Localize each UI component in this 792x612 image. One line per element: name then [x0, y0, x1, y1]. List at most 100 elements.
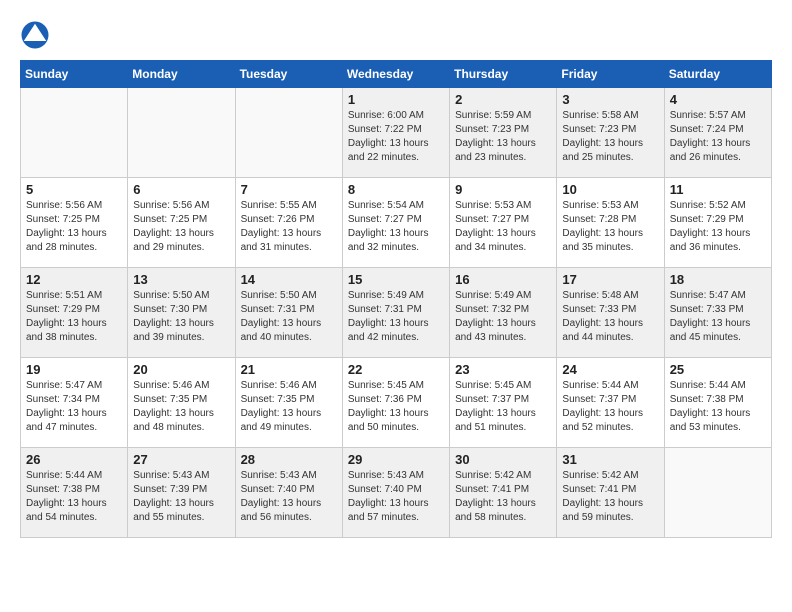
day-number: 2 — [455, 92, 551, 107]
day-info: Sunrise: 5:46 AM Sunset: 7:35 PM Dayligh… — [241, 379, 337, 435]
day-number: 21 — [241, 362, 337, 377]
day-number: 4 — [670, 92, 766, 107]
calendar-cell: 7Sunrise: 5:55 AM Sunset: 7:26 PM Daylig… — [235, 178, 342, 268]
calendar-cell: 3 Sunrise: 5:58 AM Sunset: 7:23 PM Daylig… — [557, 88, 664, 178]
day-info: Sunrise: 5:43 AM Sunset: 7:39 PM Dayligh… — [133, 469, 229, 525]
day-info: Sunrise: 5:52 AM Sunset: 7:29 PM Dayligh… — [670, 199, 766, 255]
day-info: Sunrise: 5:58 AM Sunset: 7:23 PM Dayligh… — [562, 109, 658, 165]
day-number: 24 — [562, 362, 658, 377]
day-info: Sunrise: 5:48 AM Sunset: 7:33 PM Dayligh… — [562, 289, 658, 345]
day-number: 15 — [348, 272, 444, 287]
day-number: 20 — [133, 362, 229, 377]
weekday-header: Monday — [128, 61, 235, 88]
calendar-cell: 9 Sunrise: 5:53 AM Sunset: 7:27 PM Daylig… — [450, 178, 557, 268]
day-number: 26 — [26, 452, 122, 467]
day-info: Sunrise: 5:50 AM Sunset: 7:31 PM Dayligh… — [241, 289, 337, 345]
calendar-cell: 2 Sunrise: 5:59 AM Sunset: 7:23 PM Daylig… — [450, 88, 557, 178]
calendar-cell: 28 Sunrise: 5:43 AM Sunset: 7:40 PM Dayli… — [235, 448, 342, 538]
day-info: Sunrise: 5:50 AM Sunset: 7:30 PM Dayligh… — [133, 289, 229, 345]
calendar-cell: 22 Sunrise: 5:45 AM Sunset: 7:36 PM Dayli… — [342, 358, 449, 448]
calendar-cell: 29 Sunrise: 5:43 AM Sunset: 7:40 PM Dayli… — [342, 448, 449, 538]
calendar-cell: 21 Sunrise: 5:46 AM Sunset: 7:35 PM Dayli… — [235, 358, 342, 448]
day-number: 12 — [26, 272, 122, 287]
day-number: 28 — [241, 452, 337, 467]
day-number: 23 — [455, 362, 551, 377]
calendar-cell: 24 Sunrise: 5:44 AM Sunset: 7:37 PM Dayli… — [557, 358, 664, 448]
weekday-header: Sunday — [21, 61, 128, 88]
day-info: Sunrise: 5:53 AM Sunset: 7:28 PM Dayligh… — [562, 199, 658, 255]
calendar-cell: 5Sunrise: 5:56 AM Sunset: 7:25 PM Daylig… — [21, 178, 128, 268]
calendar-week-row: 26 Sunrise: 5:44 AM Sunset: 7:38 PM Dayli… — [21, 448, 772, 538]
day-number: 29 — [348, 452, 444, 467]
day-number: 25 — [670, 362, 766, 377]
day-info: Sunrise: 5:47 AM Sunset: 7:34 PM Dayligh… — [26, 379, 122, 435]
day-number: 19 — [26, 362, 122, 377]
day-info: Sunrise: 5:56 AM Sunset: 7:25 PM Dayligh… — [133, 199, 229, 255]
day-info: Sunrise: 5:59 AM Sunset: 7:23 PM Dayligh… — [455, 109, 551, 165]
calendar-cell: 25 Sunrise: 5:44 AM Sunset: 7:38 PM Dayli… — [664, 358, 771, 448]
day-info: Sunrise: 5:49 AM Sunset: 7:32 PM Dayligh… — [455, 289, 551, 345]
weekday-header: Wednesday — [342, 61, 449, 88]
day-info: Sunrise: 5:54 AM Sunset: 7:27 PM Dayligh… — [348, 199, 444, 255]
calendar-cell: 15Sunrise: 5:49 AM Sunset: 7:31 PM Dayli… — [342, 268, 449, 358]
calendar-cell: 14 Sunrise: 5:50 AM Sunset: 7:31 PM Dayli… — [235, 268, 342, 358]
calendar-week-row: 5 Sunrise: 5:56 AM Sunset: 7:25 PM Daylig… — [21, 178, 772, 268]
day-number: 22 — [348, 362, 444, 377]
calendar-cell: 10 Sunrise: 5:53 AM Sunset: 7:28 PM Dayli… — [557, 178, 664, 268]
calendar-header-row: SundayMondayTuesdayWednesdayThursdayFrid… — [21, 61, 772, 88]
calendar-week-row: 1Sunrise: 6:00 AM Sunset: 7:22 PM Daylig… — [21, 88, 772, 178]
calendar-cell: 26 Sunrise: 5:44 AM Sunset: 7:38 PM Dayli… — [21, 448, 128, 538]
calendar-cell: 4 Sunrise: 5:57 AM Sunset: 7:24 PM Daylig… — [664, 88, 771, 178]
day-number: 5 — [26, 182, 122, 197]
calendar-cell: 31 Sunrise: 5:42 AM Sunset: 7:41 PM Dayli… — [557, 448, 664, 538]
calendar-cell: 27Sunrise: 5:43 AM Sunset: 7:39 PM Dayli… — [128, 448, 235, 538]
calendar-cell: 11 Sunrise: 5:52 AM Sunset: 7:29 PM Dayli… — [664, 178, 771, 268]
day-number: 16 — [455, 272, 551, 287]
day-info: Sunrise: 5:44 AM Sunset: 7:38 PM Dayligh… — [26, 469, 122, 525]
day-number: 3 — [562, 92, 658, 107]
day-number: 11 — [670, 182, 766, 197]
calendar-cell: 6 Sunrise: 5:56 AM Sunset: 7:25 PM Daylig… — [128, 178, 235, 268]
day-info: Sunrise: 5:43 AM Sunset: 7:40 PM Dayligh… — [241, 469, 337, 525]
day-info: Sunrise: 5:42 AM Sunset: 7:41 PM Dayligh… — [562, 469, 658, 525]
calendar-cell — [235, 88, 342, 178]
calendar-cell: 18Sunrise: 5:47 AM Sunset: 7:33 PM Dayli… — [664, 268, 771, 358]
day-info: Sunrise: 5:44 AM Sunset: 7:37 PM Dayligh… — [562, 379, 658, 435]
day-info: Sunrise: 5:46 AM Sunset: 7:35 PM Dayligh… — [133, 379, 229, 435]
day-number: 31 — [562, 452, 658, 467]
calendar-cell — [128, 88, 235, 178]
day-info: Sunrise: 5:55 AM Sunset: 7:26 PM Dayligh… — [241, 199, 337, 255]
calendar-cell: 13Sunrise: 5:50 AM Sunset: 7:30 PM Dayli… — [128, 268, 235, 358]
day-number: 6 — [133, 182, 229, 197]
weekday-header: Thursday — [450, 61, 557, 88]
calendar-cell — [664, 448, 771, 538]
day-info: Sunrise: 5:57 AM Sunset: 7:24 PM Dayligh… — [670, 109, 766, 165]
day-info: Sunrise: 5:43 AM Sunset: 7:40 PM Dayligh… — [348, 469, 444, 525]
calendar-week-row: 19 Sunrise: 5:47 AM Sunset: 7:34 PM Dayli… — [21, 358, 772, 448]
day-number: 17 — [562, 272, 658, 287]
day-number: 30 — [455, 452, 551, 467]
calendar-cell: 17 Sunrise: 5:48 AM Sunset: 7:33 PM Dayli… — [557, 268, 664, 358]
weekday-header: Friday — [557, 61, 664, 88]
calendar-cell: 16 Sunrise: 5:49 AM Sunset: 7:32 PM Dayli… — [450, 268, 557, 358]
day-info: Sunrise: 5:51 AM Sunset: 7:29 PM Dayligh… — [26, 289, 122, 345]
day-number: 10 — [562, 182, 658, 197]
day-number: 18 — [670, 272, 766, 287]
day-number: 9 — [455, 182, 551, 197]
logo — [20, 20, 54, 50]
day-number: 14 — [241, 272, 337, 287]
logo-icon — [20, 20, 50, 50]
calendar-cell — [21, 88, 128, 178]
calendar-cell: 20 Sunrise: 5:46 AM Sunset: 7:35 PM Dayli… — [128, 358, 235, 448]
day-info: Sunrise: 5:53 AM Sunset: 7:27 PM Dayligh… — [455, 199, 551, 255]
calendar-week-row: 12 Sunrise: 5:51 AM Sunset: 7:29 PM Dayli… — [21, 268, 772, 358]
day-info: Sunrise: 5:44 AM Sunset: 7:38 PM Dayligh… — [670, 379, 766, 435]
day-info: Sunrise: 5:45 AM Sunset: 7:36 PM Dayligh… — [348, 379, 444, 435]
calendar-cell: 1Sunrise: 6:00 AM Sunset: 7:22 PM Daylig… — [342, 88, 449, 178]
day-number: 8 — [348, 182, 444, 197]
day-info: Sunrise: 5:42 AM Sunset: 7:41 PM Dayligh… — [455, 469, 551, 525]
day-number: 1 — [348, 92, 444, 107]
calendar-table: SundayMondayTuesdayWednesdayThursdayFrid… — [20, 60, 772, 538]
calendar-cell: 23Sunrise: 5:45 AM Sunset: 7:37 PM Dayli… — [450, 358, 557, 448]
weekday-header: Saturday — [664, 61, 771, 88]
